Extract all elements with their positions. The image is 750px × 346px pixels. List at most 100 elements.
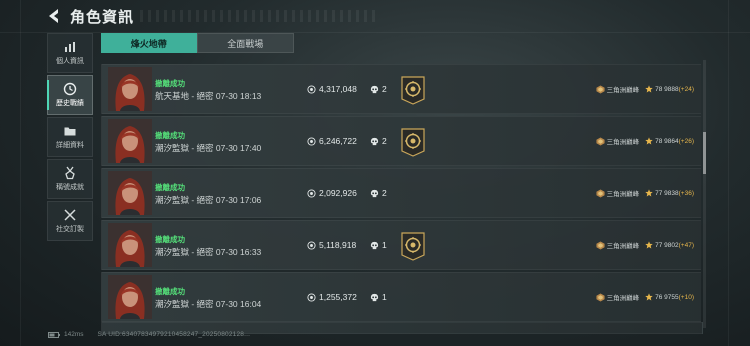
- asset-value-text: 5,118,918: [319, 240, 357, 250]
- rank-delta: (+36): [678, 189, 694, 197]
- match-record[interactable]: 撤離成功 潮汐監獄 - 絕密 07-30 16:04 1,255,372 1 三…: [101, 272, 701, 322]
- asset-value: 4,317,048: [307, 84, 357, 94]
- rank-points: 9802: [664, 241, 679, 249]
- battery-icon: [48, 331, 60, 338]
- sidebar-item-label: 個人資訊: [56, 58, 84, 65]
- extraction-status: 撤離成功: [155, 131, 185, 140]
- extraction-status: 撤離成功: [155, 235, 185, 244]
- rank-level: 77: [655, 241, 663, 249]
- kill-count-text: 1: [382, 292, 387, 302]
- folder-icon: [64, 127, 76, 136]
- asset-value: 2,092,926: [307, 188, 357, 198]
- kill-count: 2: [370, 84, 387, 94]
- map-and-time: 潮汐監獄 - 絕密 07-30 16:04: [155, 299, 262, 309]
- sidebar-item-achievements[interactable]: 稱號成就: [47, 159, 93, 199]
- match-history-list[interactable]: 撤離成功 航天基地 - 絕密 07-30 18:13 4,317,048 2 三…: [101, 64, 701, 326]
- tab-hazard-zone[interactable]: 烽火地帶: [101, 33, 197, 53]
- rank-level: 78: [655, 137, 663, 145]
- rank-emblem-icon: [596, 240, 605, 250]
- coin-icon: [307, 188, 316, 198]
- rank-points: 9755: [664, 293, 679, 301]
- rank-name: 三角洲巔峰: [606, 191, 640, 198]
- scrollbar[interactable]: [703, 60, 706, 328]
- sidebar: 個人資訊 歷史戰績 詳細資料 稱號成就 社交訂製: [47, 33, 93, 243]
- rank-name: 三角洲巔峰: [606, 87, 640, 94]
- rank-level: 78: [655, 85, 663, 93]
- back-arrow-icon: [49, 9, 58, 23]
- skull-icon: [370, 189, 379, 197]
- match-record[interactable]: 撤離成功 潮汐監獄 - 絕密 07-30 16:33 5,118,918 1 三…: [101, 220, 701, 270]
- pennant-badge-icon: [401, 76, 425, 105]
- asset-value: 6,246,722: [307, 136, 357, 146]
- rank-info: 三角洲巔峰 78 9864 (+26): [596, 136, 694, 146]
- asset-value-text: 6,246,722: [319, 136, 357, 146]
- rank-delta: (+26): [678, 137, 694, 145]
- sidebar-item-label: 稱號成就: [56, 184, 84, 191]
- rank-info: 三角洲巔峰 77 9838 (+36): [596, 188, 694, 198]
- footer: 142ms SA UID:63407834979210458247_202508…: [48, 331, 250, 338]
- rank-level: 77: [655, 189, 663, 197]
- extraction-status: 撤離成功: [155, 79, 185, 88]
- asset-value: 1,255,372: [307, 292, 357, 302]
- rank-emblem-icon: [596, 84, 605, 94]
- coin-icon: [307, 240, 316, 250]
- kill-count-text: 2: [382, 188, 387, 198]
- sidebar-item-personal-info[interactable]: 個人資訊: [47, 33, 93, 73]
- extraction-status: 撤離成功: [155, 287, 185, 296]
- achievement-badge[interactable]: [400, 127, 426, 157]
- rank-name: 三角洲巔峰: [606, 139, 640, 146]
- page-title: 角色資訊: [70, 9, 135, 26]
- achievement-badge[interactable]: [400, 231, 426, 261]
- sidebar-item-label: 詳細資料: [56, 142, 84, 149]
- extraction-status: 撤離成功: [155, 183, 185, 192]
- pennant-badge-icon: [401, 232, 425, 261]
- player-uid: SA UID:63407834979210458247_20250802128.…: [97, 331, 251, 338]
- mode-tabs: 烽火地帶 全面戰場: [101, 33, 294, 53]
- bar-chart-icon: [65, 42, 75, 52]
- coin-icon: [307, 84, 316, 94]
- sidebar-item-label: 歷史戰績: [56, 100, 84, 107]
- operator-portrait: [108, 171, 152, 215]
- rank-info: 三角洲巔峰 76 9755 (+10): [596, 292, 694, 302]
- star-icon: [645, 189, 653, 197]
- rank-delta: (+10): [678, 293, 694, 301]
- kill-count-text: 2: [382, 136, 387, 146]
- operator-portrait: [108, 275, 152, 319]
- asset-value-text: 2,092,926: [319, 188, 357, 198]
- match-record[interactable]: 撤離成功 潮汐監獄 - 絕密 07-30 17:40 6,246,722 2 三…: [101, 116, 701, 166]
- skull-icon: [370, 85, 379, 93]
- header: 角色資訊: [0, 0, 750, 32]
- skull-icon: [370, 241, 379, 249]
- achievement-badge[interactable]: [400, 75, 426, 105]
- match-record[interactable]: 撤離成功 航天基地 - 絕密 07-30 18:13 4,317,048 2 三…: [101, 64, 701, 114]
- star-icon: [645, 137, 653, 145]
- map-and-time: 航天基地 - 絕密 07-30 18:13: [155, 91, 262, 101]
- kill-count: 2: [370, 188, 387, 198]
- sidebar-item-social[interactable]: 社交訂製: [47, 201, 93, 241]
- rank-points: 9888: [664, 85, 679, 93]
- back-button[interactable]: [44, 6, 64, 26]
- asset-value-text: 1,255,372: [319, 292, 357, 302]
- sidebar-item-history[interactable]: 歷史戰績: [47, 75, 93, 115]
- sidebar-item-details[interactable]: 詳細資料: [47, 117, 93, 157]
- asset-value-text: 4,317,048: [319, 84, 357, 94]
- skull-icon: [370, 293, 379, 301]
- header-decoration: [140, 10, 380, 22]
- star-icon: [645, 241, 653, 249]
- scrollbar-thumb[interactable]: [703, 132, 706, 174]
- background-line: [20, 0, 21, 346]
- operator-portrait: [108, 119, 152, 163]
- kill-count-text: 1: [382, 240, 387, 250]
- coin-icon: [307, 136, 316, 146]
- rank-points: 9864: [664, 137, 679, 145]
- sidebar-item-label: 社交訂製: [56, 226, 84, 233]
- rank-emblem-icon: [596, 188, 605, 198]
- operator-portrait: [108, 67, 152, 111]
- map-and-time: 潮汐監獄 - 絕密 07-30 17:06: [155, 195, 262, 205]
- rank-info: 三角洲巔峰 77 9802 (+47): [596, 240, 694, 250]
- clock-icon: [63, 82, 77, 96]
- tab-full-battlefield[interactable]: 全面戰場: [196, 33, 294, 53]
- latency-readout: 142ms: [64, 331, 84, 338]
- match-record[interactable]: 撤離成功 潮汐監獄 - 絕密 07-30 17:06 2,092,926 2 三…: [101, 168, 701, 218]
- kill-count: 2: [370, 136, 387, 146]
